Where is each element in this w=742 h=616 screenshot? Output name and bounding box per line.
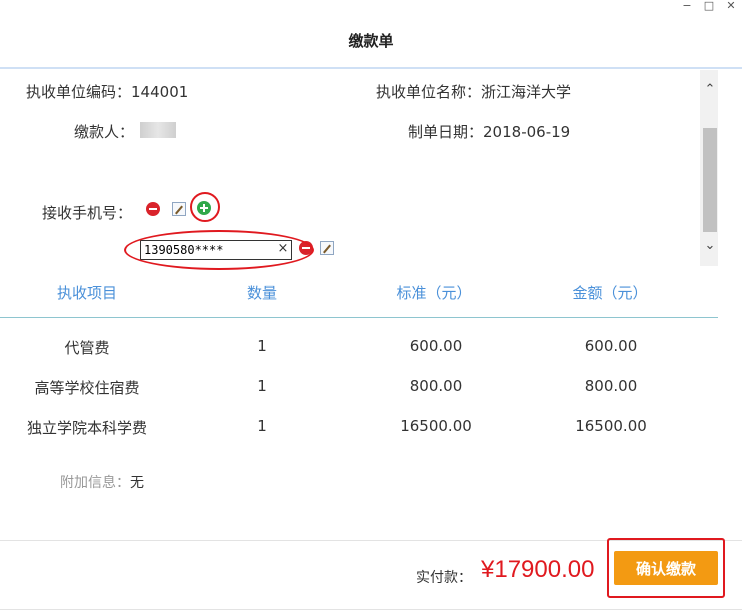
scroll-down-icon[interactable]: ⌄ bbox=[701, 238, 719, 254]
extra-info-value: 无 bbox=[130, 475, 144, 491]
edit-icon[interactable] bbox=[320, 241, 334, 255]
table-cell: 800.00 bbox=[409, 377, 463, 395]
window-controls: − □ ✕ bbox=[676, 0, 742, 14]
table-cell: 800.00 bbox=[584, 377, 638, 395]
edit-icon[interactable] bbox=[172, 202, 186, 216]
phone-label: 接收手机号： bbox=[42, 204, 133, 222]
table-divider bbox=[0, 317, 718, 318]
paid-amount: ¥17900.00 bbox=[481, 556, 595, 583]
scroll-up-icon[interactable]: ⌃ bbox=[701, 82, 719, 98]
bottom-border bbox=[0, 609, 742, 610]
table-cell: 600.00 bbox=[409, 337, 463, 355]
unit-name-row: 执收单位名称：浙江海洋大学 bbox=[376, 81, 571, 102]
table-cell: 16500.00 bbox=[575, 417, 647, 435]
unit-code-label: 执收单位编码： bbox=[26, 83, 132, 101]
table-cell: 代管费 bbox=[64, 339, 110, 357]
table-row: 代管费 1 600.00 600.00 bbox=[0, 337, 718, 357]
highlight-rect-confirm bbox=[607, 538, 725, 598]
table-cell: 600.00 bbox=[584, 337, 638, 355]
table-cell: 高等学校住宿费 bbox=[34, 379, 140, 397]
table-header-amount: 金额（元） bbox=[572, 284, 648, 302]
close-button[interactable]: ✕ bbox=[720, 0, 742, 14]
minimize-button[interactable]: − bbox=[676, 0, 698, 14]
header-divider bbox=[0, 67, 742, 69]
table-cell: 1 bbox=[257, 377, 267, 395]
table-cell: 16500.00 bbox=[400, 417, 472, 435]
date-row: 制单日期：2018-06-19 bbox=[408, 121, 570, 142]
table-cell: 1 bbox=[257, 337, 267, 355]
highlight-circle-add bbox=[190, 192, 220, 222]
table-cell: 独立学院本科学费 bbox=[26, 419, 147, 437]
payer-name-blurred bbox=[140, 122, 176, 138]
table-row: 高等学校住宿费 1 800.00 800.00 bbox=[0, 377, 718, 397]
scrollbar-thumb[interactable] bbox=[703, 128, 717, 232]
table-header-qty: 数量 bbox=[246, 284, 277, 302]
table-header-standard: 标准（元） bbox=[396, 284, 472, 302]
table-header-item: 执收项目 bbox=[56, 284, 117, 302]
remove-phone-icon[interactable] bbox=[146, 202, 160, 216]
highlight-oval-input bbox=[124, 230, 314, 270]
unit-name-label: 执收单位名称： bbox=[376, 83, 482, 101]
payer-label: 缴款人： bbox=[74, 123, 135, 141]
date-label: 制单日期： bbox=[408, 123, 484, 141]
table-row: 独立学院本科学费 1 16500.00 16500.00 bbox=[0, 417, 718, 437]
unit-name-value: 浙江海洋大学 bbox=[481, 83, 572, 101]
extra-info-label: 附加信息： bbox=[60, 475, 130, 491]
date-value: 2018-06-19 bbox=[483, 123, 571, 141]
table-cell: 1 bbox=[257, 417, 267, 435]
unit-code-row: 执收单位编码：144001 bbox=[26, 81, 188, 102]
paid-label: 实付款： bbox=[416, 570, 472, 586]
page-title: 缴款单 bbox=[348, 32, 394, 50]
unit-code-value: 144001 bbox=[131, 83, 189, 101]
maximize-button[interactable]: □ bbox=[698, 0, 720, 14]
extra-info-row: 附加信息：无 bbox=[60, 472, 144, 492]
